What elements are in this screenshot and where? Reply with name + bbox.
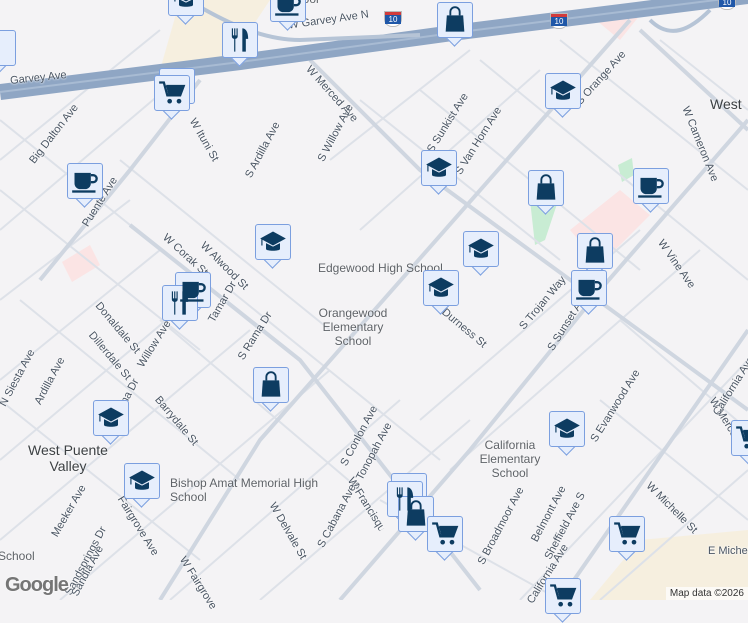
- hospital-area: [62, 245, 100, 282]
- map-marker-school[interactable]: [463, 231, 499, 276]
- coffee-cup-icon: [71, 167, 99, 195]
- map-marker-school[interactable]: [423, 270, 459, 315]
- map-marker-shopping[interactable]: [253, 367, 289, 412]
- street-label: E Michelle: [708, 545, 748, 557]
- highway-shield-icon: 10: [550, 13, 568, 29]
- graduation-cap-icon: [259, 228, 287, 256]
- graduation-cap-icon: [97, 404, 125, 432]
- map-marker-school[interactable]: [124, 463, 160, 508]
- coffee-cup-icon: [637, 172, 665, 200]
- shopping-bag-icon: [581, 237, 609, 265]
- graduation-cap-icon: [128, 467, 156, 495]
- map-marker-school[interactable]: [93, 400, 129, 445]
- shopping-cart-icon: [735, 424, 748, 452]
- map-marker-grocery[interactable]: [427, 516, 463, 561]
- shopping-cart-icon: [158, 79, 186, 107]
- map-marker-grocery[interactable]: [545, 578, 581, 623]
- map-marker-restaurant[interactable]: [162, 285, 198, 330]
- fork-knife-icon: [226, 26, 254, 54]
- graduation-cap-icon: [467, 235, 495, 263]
- shopping-cart-icon: [431, 520, 459, 548]
- map-marker-school[interactable]: [421, 150, 457, 195]
- map-marker-school[interactable]: [255, 224, 291, 269]
- map-marker-coffee[interactable]: [633, 168, 669, 213]
- google-logo: Google: [5, 574, 69, 596]
- map-marker-grad[interactable]: [168, 0, 204, 25]
- coffee-cup-icon: [274, 0, 302, 18]
- poi-label-california-elementary[interactable]: California Elementary School: [460, 438, 560, 480]
- map-marker-school[interactable]: [549, 411, 585, 456]
- highway-shield-icon: 10: [384, 11, 402, 27]
- map-marker-shopping[interactable]: [528, 170, 564, 215]
- poi-label-bishop-amat[interactable]: Bishop Amat Memorial High School: [170, 476, 320, 504]
- map-marker-coffee[interactable]: [270, 0, 306, 31]
- shopping-cart-icon: [549, 582, 577, 610]
- map-marker-partial[interactable]: [0, 30, 16, 75]
- map-marker-school[interactable]: [545, 73, 581, 118]
- graduation-cap-icon: [172, 0, 200, 12]
- shopping-cart-icon: [613, 520, 641, 548]
- map-marker-restaurant[interactable]: [222, 22, 258, 67]
- poi-label-school[interactable]: School: [0, 549, 35, 563]
- shopping-bag-icon: [532, 174, 560, 202]
- map-marker-grocery[interactable]: [154, 75, 190, 120]
- fork-knife-icon: [166, 289, 194, 317]
- map-marker-grocery[interactable]: [609, 516, 645, 561]
- park-area: [618, 158, 634, 182]
- place-label-west-puente-valley: West Puente Valley: [28, 442, 108, 474]
- poi-label-orangewood-elementary[interactable]: Orangewood Elementary School: [310, 306, 396, 348]
- coffee-cup-icon: [575, 274, 603, 302]
- graduation-cap-icon: [553, 415, 581, 443]
- map-marker-coffee[interactable]: [67, 163, 103, 208]
- graduation-cap-icon: [427, 274, 455, 302]
- map-marker-grocery[interactable]: [731, 420, 748, 465]
- shopping-bag-icon: [257, 371, 285, 399]
- graduation-cap-icon: [549, 77, 577, 105]
- shopping-bag-icon: [441, 6, 469, 34]
- map-marker-coffee[interactable]: [571, 270, 607, 315]
- graduation-cap-icon: [425, 154, 453, 182]
- place-label-west: West: [710, 96, 742, 112]
- shopping-bag-icon: [402, 500, 430, 528]
- map-marker-shopping[interactable]: [437, 2, 473, 47]
- map-attribution[interactable]: Map data ©2026: [665, 587, 748, 600]
